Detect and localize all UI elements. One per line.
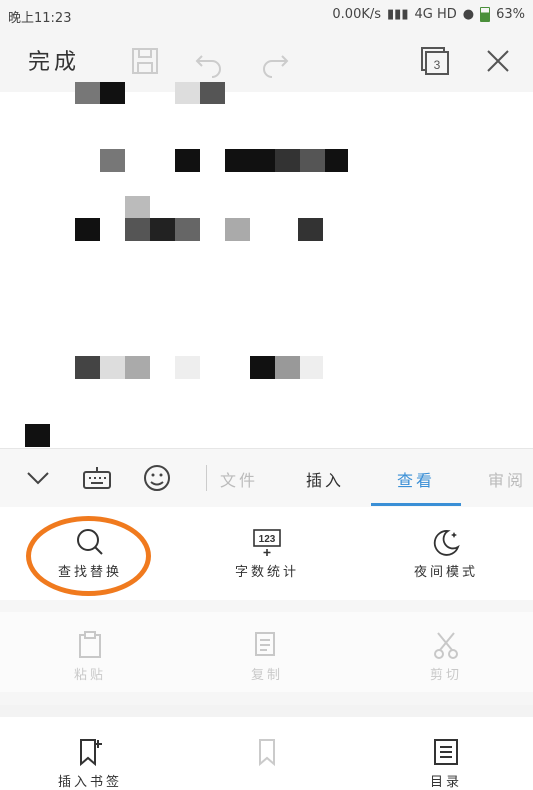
redacted-text [125,196,150,218]
annotation-highlight-circle [26,516,151,596]
tab-insert[interactable]: 插入 [306,467,344,491]
redacted-text [175,218,200,241]
redacted-text [225,149,275,172]
close-icon[interactable] [481,44,515,78]
status-time: 晚上11:23 [8,11,72,26]
done-button[interactable]: 完成 [28,44,80,76]
cut-button[interactable]: 剪切 [386,630,506,683]
tab-file[interactable]: 文件 [220,467,258,491]
toc-icon [434,739,458,765]
chevron-down-icon[interactable] [25,467,51,489]
battery-icon [480,7,491,22]
paste-label: 粘贴 [73,668,106,683]
redacted-text [300,149,325,172]
redacted-text [200,82,225,104]
tab-view[interactable]: 查看 [397,467,435,491]
word-count-label: 字数统计 [234,565,299,580]
redacted-text [25,424,50,447]
bookmark-button[interactable] [207,737,327,771]
redacted-text [100,149,125,172]
redacted-text [275,149,300,172]
emoji-icon[interactable] [142,463,172,493]
edit-tools-panel: 粘贴 复制 剪切 [0,600,533,705]
paste-icon [79,631,101,658]
redacted-text [250,356,275,379]
active-tab-indicator [371,503,461,506]
redacted-text [225,218,250,241]
paste-button[interactable]: 粘贴 [30,630,150,683]
word-count-icon-text: 123 [259,534,276,545]
copy-button[interactable]: 复制 [207,630,327,683]
redacted-text [300,356,323,379]
copy-label: 复制 [250,668,283,683]
nav-tools-row: 插入书签 目录 [0,717,533,790]
redacted-text [75,218,100,241]
keyboard-icon[interactable] [82,464,112,492]
redo-icon[interactable] [258,44,292,78]
page-count: 3 [434,58,441,72]
word-count-button[interactable]: 123 字数统计 [207,527,327,580]
toc-label: 目录 [429,775,462,790]
redacted-text [175,82,200,104]
tab-review[interactable]: 审阅 [488,467,526,491]
redacted-text [150,218,175,241]
night-mode-button[interactable]: 夜间模式 [386,527,506,580]
battery-level: 63% [496,7,525,22]
ribbon-tab-bar: 文件 插入 查看 审阅 [0,448,533,508]
redacted-text [100,82,125,104]
redacted-text [275,356,300,379]
redacted-text [125,356,150,379]
redacted-text [298,218,323,241]
insert-bookmark-label: 插入书签 [57,775,122,790]
moon-icon [433,530,460,556]
cut-label: 剪切 [429,668,462,683]
tab-divider [206,465,207,491]
redacted-text [100,356,125,379]
network-type: 4G HD [414,7,457,22]
redacted-text [75,82,100,104]
save-icon[interactable] [128,44,162,78]
signal-icon: ▮▮▮ [387,7,409,22]
redacted-text [125,218,150,241]
redacted-text [75,356,100,379]
location-icon: ● [462,7,475,22]
nav-tools-panel: 插入书签 目录 [0,705,533,790]
status-indicators: 0.00K/s ▮▮▮ 4G HD ● 63% [332,7,525,22]
edit-tools-row: 粘贴 复制 剪切 [0,612,533,692]
undo-icon[interactable] [192,44,226,78]
document-body[interactable] [0,82,533,447]
bookmark-add-icon [80,739,102,767]
word-count-icon: 123 [253,529,281,556]
net-speed: 0.00K/s [332,7,382,22]
page-switcher-button[interactable]: 3 [418,44,452,78]
status-bar: 晚上11:23 0.00K/s ▮▮▮ 4G HD ● 63% [0,0,533,30]
redacted-text [175,356,200,379]
cut-icon [434,632,458,659]
insert-bookmark-button[interactable]: 插入书签 [30,737,150,790]
redacted-text [175,149,200,172]
redacted-text [325,149,348,172]
bookmark-icon [259,739,275,767]
copy-icon [255,632,275,656]
toc-button[interactable]: 目录 [386,737,506,790]
night-mode-label: 夜间模式 [413,565,478,580]
pages-icon: 3 [421,47,449,75]
